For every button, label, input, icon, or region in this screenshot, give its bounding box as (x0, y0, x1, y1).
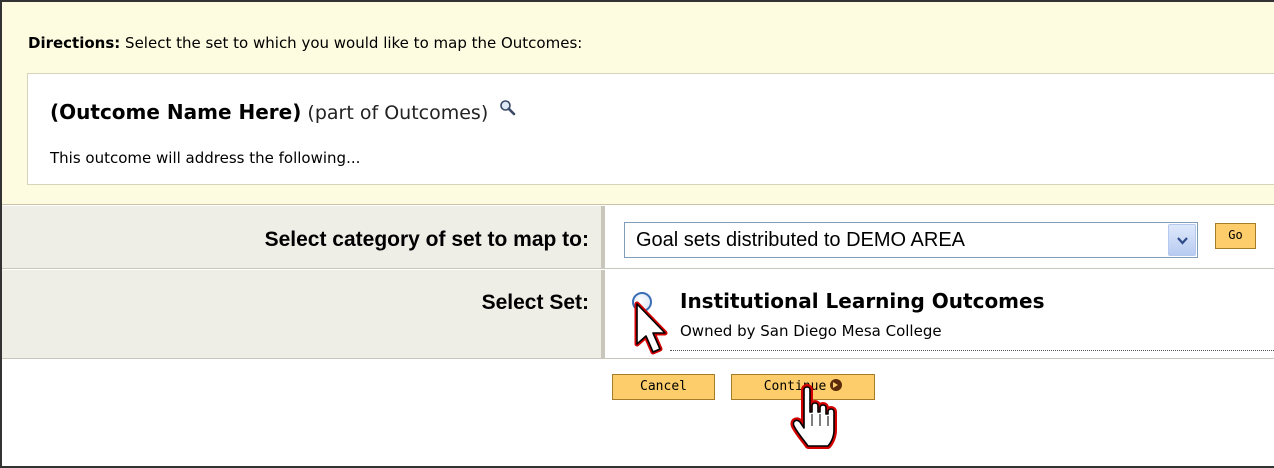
set-owner: Owned by San Diego Mesa College (680, 322, 942, 340)
set-title: Institutional Learning Outcomes (680, 289, 1045, 313)
directions-label: Directions: (28, 34, 121, 52)
cancel-button[interactable]: Cancel (612, 374, 715, 400)
set-label: Select Set: (481, 291, 589, 314)
set-label-cell: Select Set: (2, 270, 605, 358)
directions-text: Directions: Select the set to which you … (28, 34, 582, 52)
arrow-cursor-icon (634, 301, 668, 355)
set-divider (670, 350, 1274, 351)
category-select[interactable]: Goal sets distributed to DEMO AREA (624, 222, 1198, 258)
go-button[interactable]: Go (1215, 223, 1256, 249)
category-label: Select category of set to map to: (264, 228, 589, 251)
directions-panel: Directions: Select the set to which you … (2, 2, 1274, 205)
outcome-title: (Outcome Name Here) (part of Outcomes) (50, 100, 517, 124)
category-row: Select category of set to map to: Goal s… (2, 206, 1274, 269)
hand-cursor-icon (790, 384, 837, 449)
page-frame: Directions: Select the set to which you … (0, 0, 1274, 468)
magnifier-icon[interactable] (499, 98, 517, 116)
outcome-name: (Outcome Name Here) (50, 100, 302, 124)
outcome-description: This outcome will address the following.… (50, 149, 361, 167)
chevron-down-icon[interactable] (1168, 224, 1196, 256)
outcome-box: (Outcome Name Here) (part of Outcomes) T… (27, 73, 1274, 185)
category-label-cell: Select category of set to map to: (2, 206, 605, 268)
outcome-part: (part of Outcomes) (301, 102, 489, 124)
category-select-value: Goal sets distributed to DEMO AREA (636, 229, 966, 251)
directions-instruction: Select the set to which you would like t… (120, 34, 583, 52)
